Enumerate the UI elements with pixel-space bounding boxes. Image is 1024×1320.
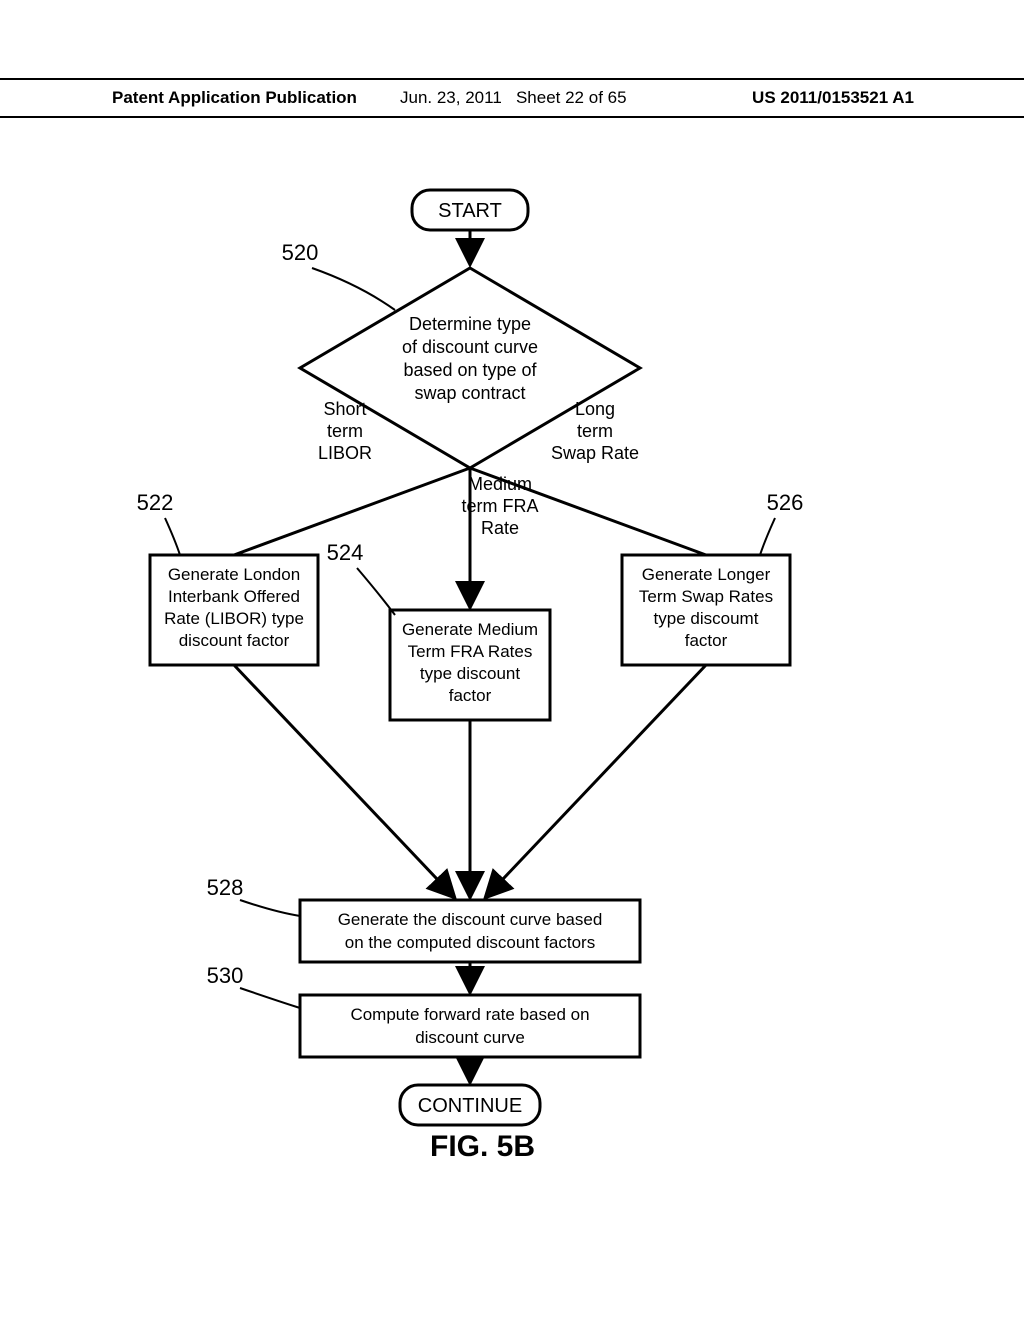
ref-528: 528 [207,875,244,900]
b524-l4: factor [449,686,492,705]
b526-l4: factor [685,631,728,650]
patent-page: Patent Application Publication Jun. 23, … [0,0,1024,1320]
bm-l1: Medium [468,474,532,494]
bl-l2: term [327,421,363,441]
ref-530: 530 [207,963,244,988]
dec-l1: Determine type [409,314,531,334]
flowchart: START Determine type of discount curve b… [0,0,1024,1320]
br-l2: term [577,421,613,441]
dec-l4: swap contract [414,383,525,403]
dec-l3: based on type of [403,360,537,380]
ref-522: 522 [137,490,174,515]
bl-l1: Short [323,399,366,419]
bm-l3: Rate [481,518,519,538]
bm-l2: term FRA [461,496,538,516]
figure-label: FIG. 5B [430,1130,535,1164]
b522-l4: discount factor [179,631,290,650]
b522-l1: Generate London [168,565,300,584]
ref-524: 524 [327,540,364,565]
continue-label: CONTINUE [418,1095,522,1117]
b526-l2: Term Swap Rates [639,587,773,606]
b530-l2: discount curve [415,1028,525,1047]
br-l3: Swap Rate [551,443,639,463]
b528-l1: Generate the discount curve based [338,910,603,929]
start-label: START [438,200,502,222]
b526-l1: Generate Longer [642,565,771,584]
b524-l1: Generate Medium [402,620,538,639]
ref-526: 526 [767,490,804,515]
ref-520: 520 [282,240,319,265]
b530-l1: Compute forward rate based on [350,1005,589,1024]
b524-l2: Term FRA Rates [408,642,533,661]
b526-l3: type discoumt [654,609,759,628]
b522-l3: Rate (LIBOR) type [164,609,304,628]
br-l1: Long [575,399,615,419]
b522-l2: Interbank Offered [168,587,300,606]
dec-l2: of discount curve [402,337,538,357]
b524-l3: type discount [420,664,520,683]
bl-l3: LIBOR [318,443,372,463]
b528-l2: on the computed discount factors [345,933,595,952]
